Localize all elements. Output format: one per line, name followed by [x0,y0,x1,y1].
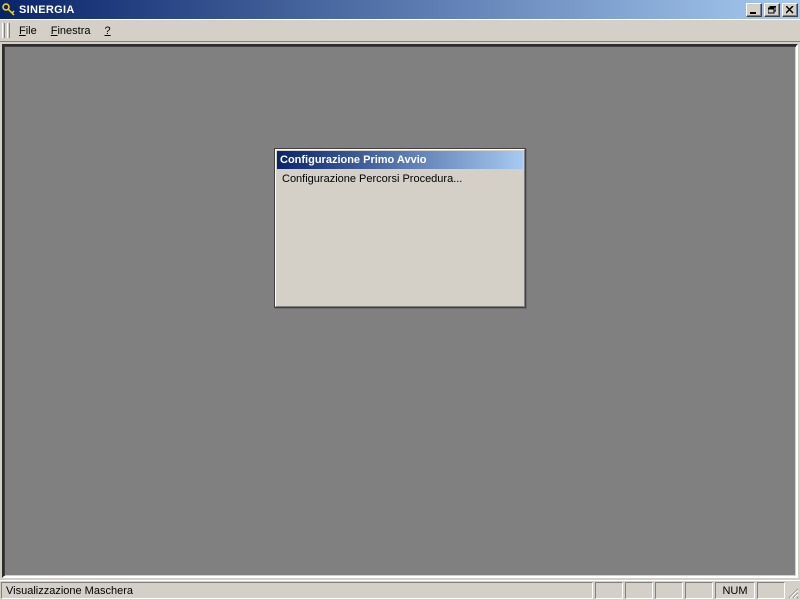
status-num-text: NUM [722,585,747,597]
menu-finestra[interactable]: Finestra [44,23,98,39]
menu-help[interactable]: ? [98,23,118,39]
status-panel-3 [655,582,683,599]
mdi-client-area: Configurazione Primo Avvio Configurazion… [2,44,798,578]
config-percorsi-link[interactable]: Configurazione Percorsi Procedura... [282,173,462,185]
close-button[interactable] [782,3,798,17]
statusbar: Visualizzazione Maschera NUM [0,580,800,600]
menu-file[interactable]: File [12,23,44,39]
window-title: SINERGIA [19,4,75,16]
status-panel-6 [757,582,785,599]
status-main-panel: Visualizzazione Maschera [1,582,593,599]
menubar-grip[interactable] [2,23,5,38]
menubar: File Finestra ? [0,19,800,42]
child-window-title[interactable]: Configurazione Primo Avvio [277,151,523,169]
titlebar: SINERGIA [0,0,800,19]
status-panel-1 [595,582,623,599]
status-text: Visualizzazione Maschera [6,585,133,597]
resize-grip[interactable] [786,581,800,600]
status-panel-2 [625,582,653,599]
minimize-button[interactable] [746,3,762,17]
window-controls [746,3,800,17]
child-window-body: Configurazione Percorsi Procedura... [276,170,524,188]
child-window-config: Configurazione Primo Avvio Configurazion… [274,148,526,308]
restore-button[interactable] [764,3,780,17]
menubar-grip-2[interactable] [7,23,10,38]
status-num-panel: NUM [715,582,755,599]
app-key-icon [2,3,16,17]
status-panel-4 [685,582,713,599]
